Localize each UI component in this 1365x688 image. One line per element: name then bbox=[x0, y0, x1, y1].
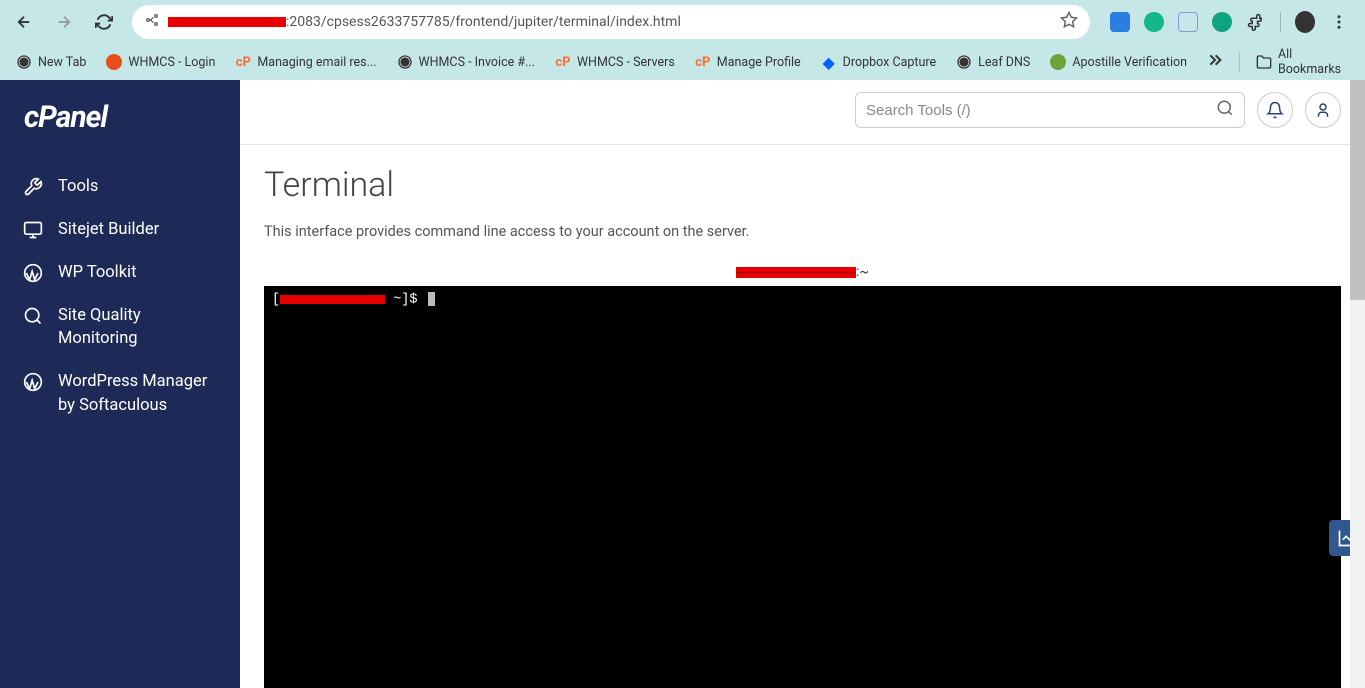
globe-icon bbox=[397, 54, 413, 70]
bookmark-whmcs-login[interactable]: WHMCS - Login bbox=[98, 50, 223, 74]
url-redacted-portion bbox=[168, 17, 286, 27]
bookmark-new-tab[interactable]: New Tab bbox=[8, 50, 94, 74]
search-input[interactable] bbox=[866, 102, 1216, 119]
vertical-scrollbar[interactable] bbox=[1350, 80, 1365, 688]
bookmark-whmcs-invoice[interactable]: WHMCS - Invoice #... bbox=[389, 50, 543, 74]
gear-icon bbox=[106, 54, 122, 70]
terminal-title-redacted bbox=[736, 267, 856, 278]
bookmark-managing-email[interactable]: cP Managing email res... bbox=[227, 50, 384, 74]
sidebar-item-label: Site Quality Monitoring bbox=[58, 304, 218, 350]
header bbox=[240, 80, 1365, 145]
extensions-puzzle-icon[interactable] bbox=[1246, 12, 1266, 32]
sidebar-item-wordpress-manager[interactable]: WordPress Manager by Softaculous bbox=[0, 360, 240, 426]
forward-button[interactable] bbox=[48, 6, 80, 38]
page-description: This interface provides command line acc… bbox=[264, 223, 1341, 240]
user-menu-button[interactable] bbox=[1305, 92, 1341, 128]
sidebar-item-wp-toolkit[interactable]: WP Toolkit bbox=[0, 251, 240, 294]
bookmark-label: Leaf DNS bbox=[978, 55, 1030, 70]
cpanel-logo[interactable]: cPanel bbox=[0, 100, 240, 165]
folder-icon bbox=[1256, 54, 1272, 70]
extension-icon-4[interactable] bbox=[1212, 12, 1232, 32]
bookmark-dropbox-capture[interactable]: ◆ Dropbox Capture bbox=[813, 50, 944, 74]
toolbar-separator bbox=[1280, 12, 1281, 32]
wordpress-icon bbox=[22, 371, 44, 393]
toolbar-extensions bbox=[1102, 12, 1357, 32]
url-bar[interactable]: :2083/cpsess2633757785/frontend/jupiter/… bbox=[132, 5, 1090, 39]
bookmark-whmcs-servers[interactable]: cP WHMCS - Servers bbox=[547, 50, 683, 74]
sidebar-item-label: Tools bbox=[58, 175, 98, 198]
cp-icon: cP bbox=[235, 54, 251, 70]
globe-icon bbox=[16, 54, 32, 70]
bookmark-label: Apostille Verification bbox=[1072, 55, 1187, 70]
bookmark-leaf-dns[interactable]: Leaf DNS bbox=[948, 50, 1038, 74]
scrollbar-thumb[interactable] bbox=[1350, 80, 1365, 300]
bookmark-label: WHMCS - Servers bbox=[577, 55, 675, 70]
cp-icon: cP bbox=[555, 54, 571, 70]
browser-toolbar: :2083/cpsess2633757785/frontend/jupiter/… bbox=[0, 0, 1365, 44]
search-icon[interactable] bbox=[1216, 99, 1234, 121]
sidebar-item-sitejet[interactable]: Sitejet Builder bbox=[0, 208, 240, 251]
search-box[interactable] bbox=[855, 92, 1245, 128]
sidebar-item-tools[interactable]: Tools bbox=[0, 165, 240, 208]
bookmarks-bar: New Tab WHMCS - Login cP Managing email … bbox=[0, 44, 1365, 80]
bookmark-label: Dropbox Capture bbox=[843, 55, 936, 70]
terminal-user-redacted bbox=[280, 295, 385, 304]
sidebar-item-label: WP Toolkit bbox=[58, 261, 136, 284]
main-content: Terminal This interface provides command… bbox=[240, 80, 1365, 688]
bookmark-label: Manage Profile bbox=[717, 55, 801, 70]
extension-icon-1[interactable] bbox=[1110, 12, 1130, 32]
browser-menu-icon[interactable] bbox=[1329, 12, 1349, 32]
bookmarks-overflow[interactable] bbox=[1199, 48, 1231, 76]
extension-icon-3[interactable] bbox=[1178, 12, 1198, 32]
bookmark-label: New Tab bbox=[38, 55, 86, 70]
sidebar-nav: Tools Sitejet Builder WP Toolkit Site Qu… bbox=[0, 165, 240, 427]
globe-icon bbox=[956, 54, 972, 70]
cp-icon: cP bbox=[695, 54, 711, 70]
bookmark-label: Managing email res... bbox=[257, 55, 376, 70]
reload-button[interactable] bbox=[88, 6, 120, 38]
profile-avatar[interactable] bbox=[1295, 12, 1315, 32]
terminal-prompt-line: [ ~]$ bbox=[272, 292, 1333, 308]
search-icon bbox=[22, 305, 44, 327]
bookmark-label: WHMCS - Invoice #... bbox=[419, 55, 535, 70]
terminal-window[interactable]: [ ~]$ bbox=[264, 286, 1341, 688]
all-bookmarks-label: All Bookmarks bbox=[1278, 47, 1349, 77]
terminal-title: :~ bbox=[264, 264, 1341, 280]
sitejet-icon bbox=[22, 219, 44, 241]
bookmark-separator bbox=[1239, 52, 1240, 72]
tools-icon bbox=[22, 176, 44, 198]
cpanel-app: cPanel Tools Sitejet Builder WP Toolkit bbox=[0, 80, 1365, 688]
extension-icon-2[interactable] bbox=[1144, 12, 1164, 32]
sidebar-item-site-quality[interactable]: Site Quality Monitoring bbox=[0, 294, 240, 360]
star-icon[interactable] bbox=[1060, 11, 1078, 33]
browser-chrome: :2083/cpsess2633757785/frontend/jupiter/… bbox=[0, 0, 1365, 80]
dropbox-icon: ◆ bbox=[821, 54, 837, 70]
all-bookmarks-button[interactable]: All Bookmarks bbox=[1248, 43, 1357, 81]
notifications-button[interactable] bbox=[1257, 92, 1293, 128]
bookmark-label: WHMCS - Login bbox=[128, 55, 215, 70]
bookmark-apostille[interactable]: Apostille Verification bbox=[1042, 50, 1195, 74]
site-settings-icon[interactable] bbox=[144, 12, 160, 32]
terminal-cursor bbox=[428, 292, 435, 306]
url-text: :2083/cpsess2633757785/frontend/jupiter/… bbox=[168, 14, 1052, 30]
sidebar: cPanel Tools Sitejet Builder WP Toolkit bbox=[0, 80, 240, 688]
sidebar-item-label: Sitejet Builder bbox=[58, 218, 159, 241]
bookmark-manage-profile[interactable]: cP Manage Profile bbox=[687, 50, 809, 74]
green-icon bbox=[1050, 54, 1066, 70]
wordpress-icon bbox=[22, 262, 44, 284]
page-title: Terminal bbox=[264, 165, 1341, 205]
page-content: Terminal This interface provides command… bbox=[240, 145, 1365, 688]
back-button[interactable] bbox=[8, 6, 40, 38]
sidebar-item-label: WordPress Manager by Softaculous bbox=[58, 370, 218, 416]
